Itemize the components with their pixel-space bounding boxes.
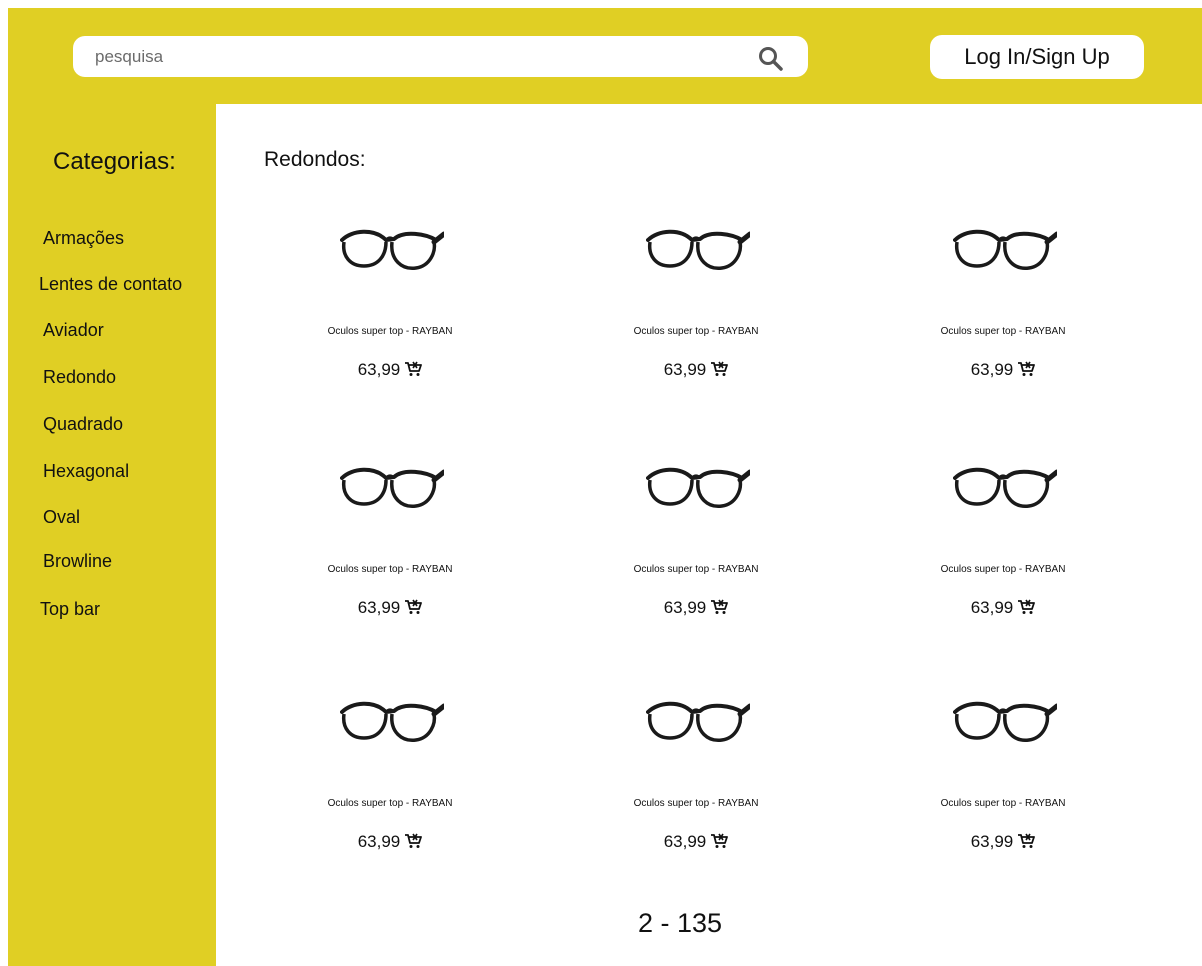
glasses-icon bbox=[340, 229, 444, 270]
sidebar-item-aviador[interactable]: Aviador bbox=[43, 320, 104, 341]
product-name[interactable]: Oculos super top - RAYBAN bbox=[280, 564, 500, 575]
product-name[interactable]: Oculos super top - RAYBAN bbox=[280, 326, 500, 337]
sidebar-item-hexagonal[interactable]: Hexagonal bbox=[43, 461, 129, 482]
glasses-icon bbox=[953, 701, 1057, 742]
product-card[interactable]: Oculos super top - RAYBAN 63,99 bbox=[893, 460, 1113, 630]
glasses-icon bbox=[646, 229, 750, 270]
search-input[interactable] bbox=[95, 36, 735, 77]
sidebar-item-top-bar[interactable]: Top bar bbox=[40, 599, 100, 620]
sidebar-item-armacoes[interactable]: Armações bbox=[43, 228, 124, 249]
product-price: 63,99 bbox=[970, 360, 1014, 379]
product-name[interactable]: Oculos super top - RAYBAN bbox=[586, 564, 806, 575]
product-card[interactable]: Oculos super top - RAYBAN 63,99 bbox=[893, 694, 1113, 864]
price-row: 63,99 bbox=[280, 598, 500, 618]
price-row: 63,99 bbox=[280, 832, 500, 852]
cart-icon[interactable] bbox=[1017, 361, 1036, 377]
product-card[interactable]: Oculos super top - RAYBAN 63,99 bbox=[280, 694, 500, 864]
product-name[interactable]: Oculos super top - RAYBAN bbox=[893, 326, 1113, 337]
price-row: 63,99 bbox=[893, 832, 1113, 852]
sidebar-item-quadrado[interactable]: Quadrado bbox=[43, 414, 123, 435]
product-price: 63,99 bbox=[663, 832, 707, 851]
product-card[interactable]: Oculos super top - RAYBAN 63,99 bbox=[280, 460, 500, 630]
product-name[interactable]: Oculos super top - RAYBAN bbox=[893, 564, 1113, 575]
product-price: 63,99 bbox=[663, 360, 707, 379]
glasses-icon bbox=[646, 467, 750, 508]
glasses-icon bbox=[953, 229, 1057, 270]
sidebar-title: Categorias: bbox=[53, 148, 176, 175]
product-price: 63,99 bbox=[357, 832, 401, 851]
product-card[interactable]: Oculos super top - RAYBAN 63,99 bbox=[586, 460, 806, 630]
glasses-icon bbox=[646, 701, 750, 742]
product-price: 63,99 bbox=[357, 598, 401, 617]
glasses-icon bbox=[340, 701, 444, 742]
price-row: 63,99 bbox=[893, 598, 1113, 618]
product-price: 63,99 bbox=[663, 598, 707, 617]
cart-icon[interactable] bbox=[404, 833, 423, 849]
product-price: 63,99 bbox=[970, 598, 1014, 617]
glasses-icon bbox=[340, 467, 444, 508]
product-card[interactable]: Oculos super top - RAYBAN 63,99 bbox=[280, 222, 500, 392]
cart-icon[interactable] bbox=[710, 361, 729, 377]
product-name[interactable]: Oculos super top - RAYBAN bbox=[586, 798, 806, 809]
price-row: 63,99 bbox=[586, 832, 806, 852]
search-icon[interactable] bbox=[757, 45, 787, 71]
price-row: 63,99 bbox=[280, 360, 500, 380]
price-row: 63,99 bbox=[893, 360, 1113, 380]
sidebar-item-browline[interactable]: Browline bbox=[43, 551, 112, 572]
product-card[interactable]: Oculos super top - RAYBAN 63,99 bbox=[586, 694, 806, 864]
product-card[interactable]: Oculos super top - RAYBAN 63,99 bbox=[586, 222, 806, 392]
cart-icon[interactable] bbox=[710, 599, 729, 615]
sidebar-item-lentes-de-contato[interactable]: Lentes de contato bbox=[39, 274, 182, 295]
product-price: 63,99 bbox=[970, 832, 1014, 851]
product-name[interactable]: Oculos super top - RAYBAN bbox=[280, 798, 500, 809]
price-row: 63,99 bbox=[586, 598, 806, 618]
cart-icon[interactable] bbox=[404, 361, 423, 377]
sidebar-item-oval[interactable]: Oval bbox=[43, 507, 80, 528]
product-name[interactable]: Oculos super top - RAYBAN bbox=[586, 326, 806, 337]
login-signup-button[interactable]: Log In/Sign Up bbox=[930, 35, 1144, 79]
cart-icon[interactable] bbox=[1017, 599, 1036, 615]
section-title: Redondos: bbox=[264, 148, 366, 171]
pagination[interactable]: 2 - 135 bbox=[600, 908, 760, 939]
sidebar-item-redondo[interactable]: Redondo bbox=[43, 367, 116, 388]
glasses-icon bbox=[953, 467, 1057, 508]
search-bar[interactable] bbox=[73, 36, 808, 77]
price-row: 63,99 bbox=[586, 360, 806, 380]
product-name[interactable]: Oculos super top - RAYBAN bbox=[893, 798, 1113, 809]
cart-icon[interactable] bbox=[1017, 833, 1036, 849]
product-card[interactable]: Oculos super top - RAYBAN 63,99 bbox=[893, 222, 1113, 392]
cart-icon[interactable] bbox=[710, 833, 729, 849]
product-price: 63,99 bbox=[357, 360, 401, 379]
cart-icon[interactable] bbox=[404, 599, 423, 615]
